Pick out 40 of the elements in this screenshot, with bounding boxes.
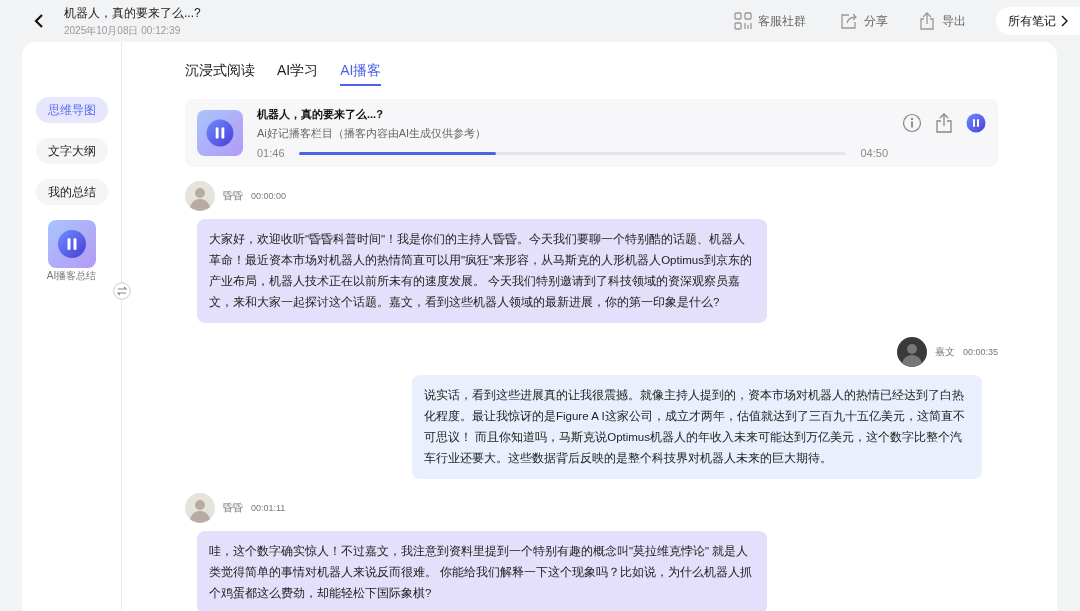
tab[interactable]: 沉浸式阅读 — [185, 62, 255, 86]
document-date: 2025年10月08日 00:12:39 — [64, 23, 182, 38]
speaker-name: 嘉文 — [934, 345, 955, 359]
progress-track[interactable] — [298, 151, 847, 155]
pause-icon[interactable] — [47, 220, 96, 268]
podcast-summary-label: AI播客总结 — [46, 269, 97, 283]
pause-icon[interactable] — [966, 113, 986, 133]
duration-time: 04:50 — [860, 147, 888, 159]
podcast-title: 机器人，真的要来了么...? — [257, 107, 384, 122]
avatar-icon — [896, 337, 927, 367]
toolbar-button[interactable]: 分享 — [840, 12, 888, 30]
sidebar-item[interactable]: 思维导图 — [35, 97, 108, 123]
elapsed-time: 01:46 — [257, 147, 285, 159]
upload-icon — [918, 12, 936, 30]
all-notes-button[interactable]: 所有笔记 — [996, 7, 1080, 35]
grid-icon — [734, 12, 752, 30]
sidebar-item[interactable]: 文字大纲 — [35, 138, 108, 164]
message-bubble: 哇，这个数字确实惊人！不过嘉文，我注意到资料里提到一个特别有趣的概念叫"莫拉维克悖论" 就是人类觉得简单的事情对机器人来说反而很难。 你能给我们解释一下这个现象吗？比如说，为什么机器人抓个鸡蛋都这么费劲，却能轻松下国际象棋? — [197, 531, 767, 611]
info-icon[interactable] — [902, 113, 922, 133]
pause-icon[interactable] — [197, 110, 243, 156]
speaker-name: 昏昏 — [223, 189, 243, 203]
avatar-icon — [185, 493, 215, 523]
chevron-left-icon — [32, 13, 46, 29]
tab[interactable]: AI学习 — [277, 62, 319, 86]
timestamp: 00:00:35 — [962, 347, 998, 357]
timestamp: 00:01:11 — [251, 503, 286, 513]
toolbar-button[interactable]: 客服社群 — [734, 12, 806, 30]
podcast-subtitle: Ai好记播客栏目（播客内容由AI生成仅供参考） — [257, 126, 488, 141]
avatar-icon — [185, 181, 215, 211]
message-bubble: 说实话，看到这些进展真的让我很震撼。就像主持人提到的，资本市场对机器人的热情已经达到了白热化程度。最让我惊讶的是Figure A I这家公司，成立才两年，估值就达到了三百九十五亿美元，这简直不可思议！ 而且你知道吗，马斯克说Optimus机器人的年收入未来可能达到万亿美元，这个数字比整个汽车行业还要大。这些数据背后反映的是整个科技界对机器人未来的巨大期待。 — [412, 375, 982, 479]
tab[interactable]: AI播客 — [340, 62, 382, 86]
upload-icon[interactable] — [934, 113, 954, 133]
timestamp: 00:00:00 — [251, 191, 287, 201]
chevron-right-icon — [1060, 15, 1068, 27]
share-icon — [840, 12, 858, 30]
document-title: 机器人，真的要来了么...? — [64, 4, 201, 22]
message-bubble: 大家好，欢迎收听"昏昏科普时间"！我是你们的主持人昏昏。今天我们要聊一个特别酷的话题、机器人革命！最近资本市场对机器人的热情简直可以用"疯狂"来形容，从马斯克的人形机器人Optimus到京东的产业布局，机器人技术正在以前所未有的速度发展。 今天我们特别邀请到了科技领域的资深观察员嘉文，来和大家一起探讨这个话题。嘉文，看到这些机器人领域的最新进展，你的第一印象是什么? — [197, 219, 767, 323]
speaker-name: 昏昏 — [223, 501, 243, 515]
toolbar-button[interactable]: 导出 — [918, 12, 966, 30]
sidebar-item[interactable]: 我的总结 — [35, 179, 108, 205]
